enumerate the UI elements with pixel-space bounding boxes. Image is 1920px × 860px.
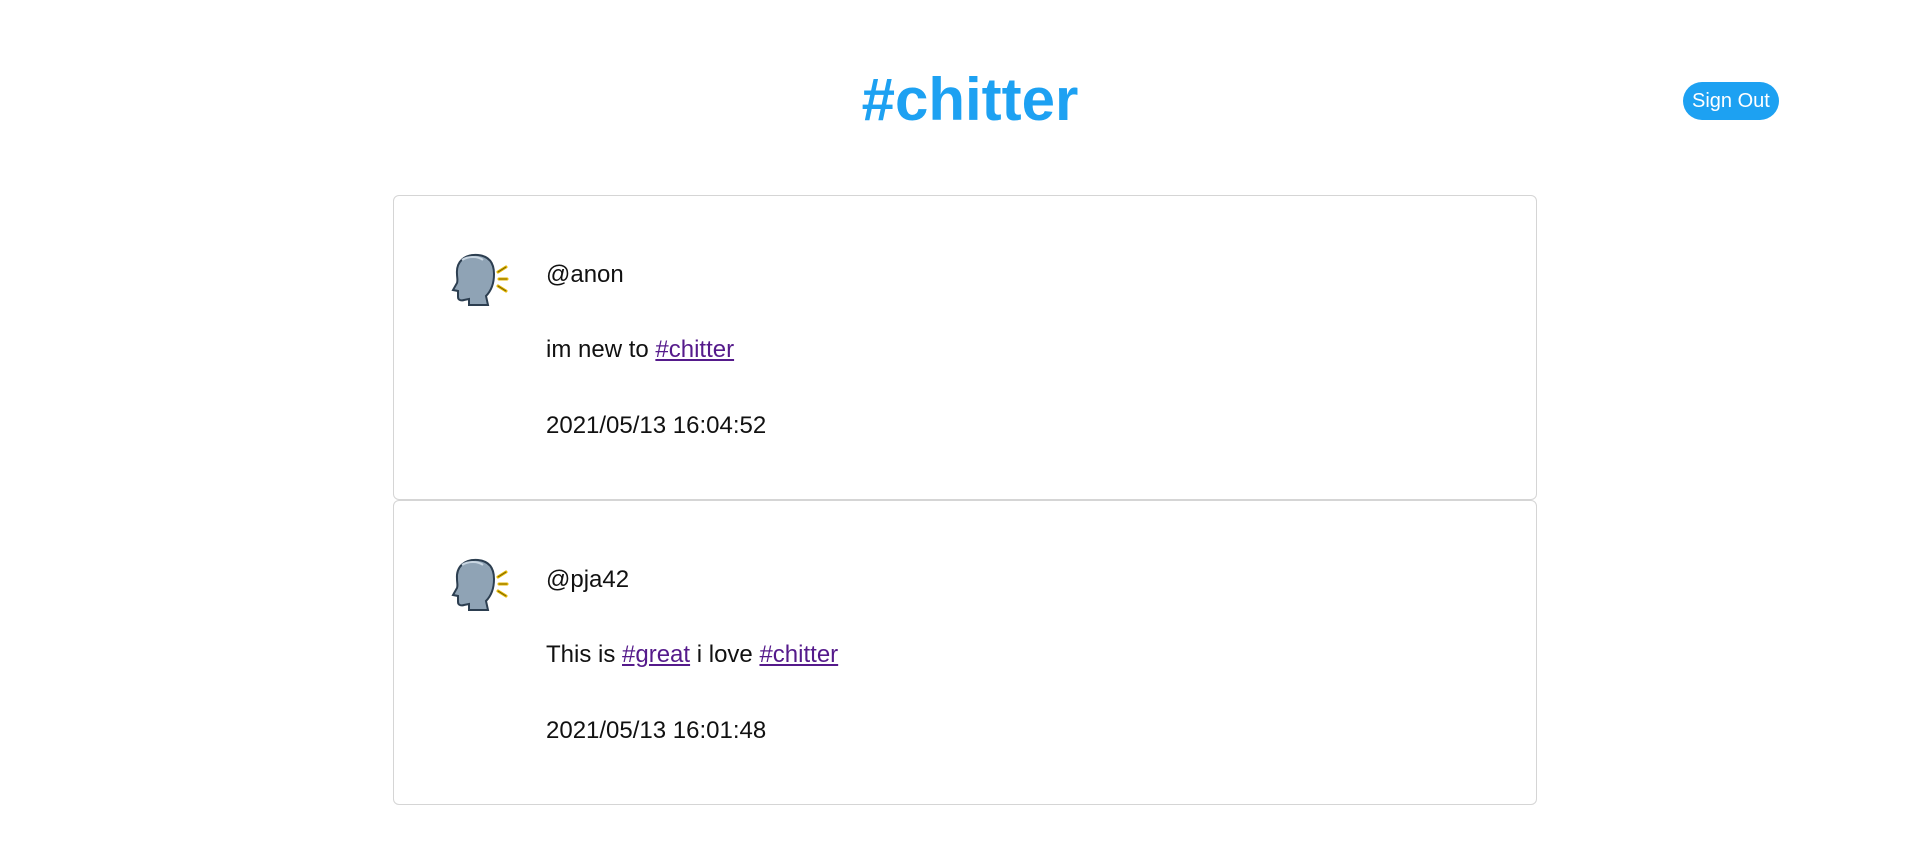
- peep-feed: @anon im new to #chitter 2021/05/13 16:0…: [393, 195, 1537, 805]
- speaking-head-icon: [451, 558, 509, 611]
- post-text: im new to: [546, 336, 656, 363]
- page: #chitter Sign Out @anon im new to #chitt…: [0, 0, 1920, 860]
- post-content: im new to #chitter: [546, 335, 734, 365]
- speaking-head-icon: [451, 253, 509, 306]
- hashtag-link[interactable]: #great: [622, 641, 690, 668]
- post-username: @pja42: [546, 566, 630, 593]
- post-text: This is: [546, 641, 623, 668]
- peep-card: @anon im new to #chitter 2021/05/13 16:0…: [393, 195, 1537, 500]
- post-timestamp: 2021/05/13 16:01:48: [546, 717, 767, 744]
- post-content: This is #great i love #chitter: [546, 640, 838, 670]
- sign-out-button[interactable]: Sign Out: [1683, 82, 1779, 120]
- post-timestamp: 2021/05/13 16:04:52: [546, 412, 767, 439]
- site-title-text: #chitter: [861, 66, 1079, 133]
- hashtag-link[interactable]: #chitter: [655, 336, 734, 363]
- post-text: i love: [690, 641, 760, 668]
- site-title: #chitter: [0, 62, 1920, 138]
- post-username: @anon: [546, 261, 624, 288]
- hashtag-link[interactable]: #chitter: [759, 641, 838, 668]
- peep-card: @pja42 This is #great i love #chitter 20…: [393, 500, 1537, 805]
